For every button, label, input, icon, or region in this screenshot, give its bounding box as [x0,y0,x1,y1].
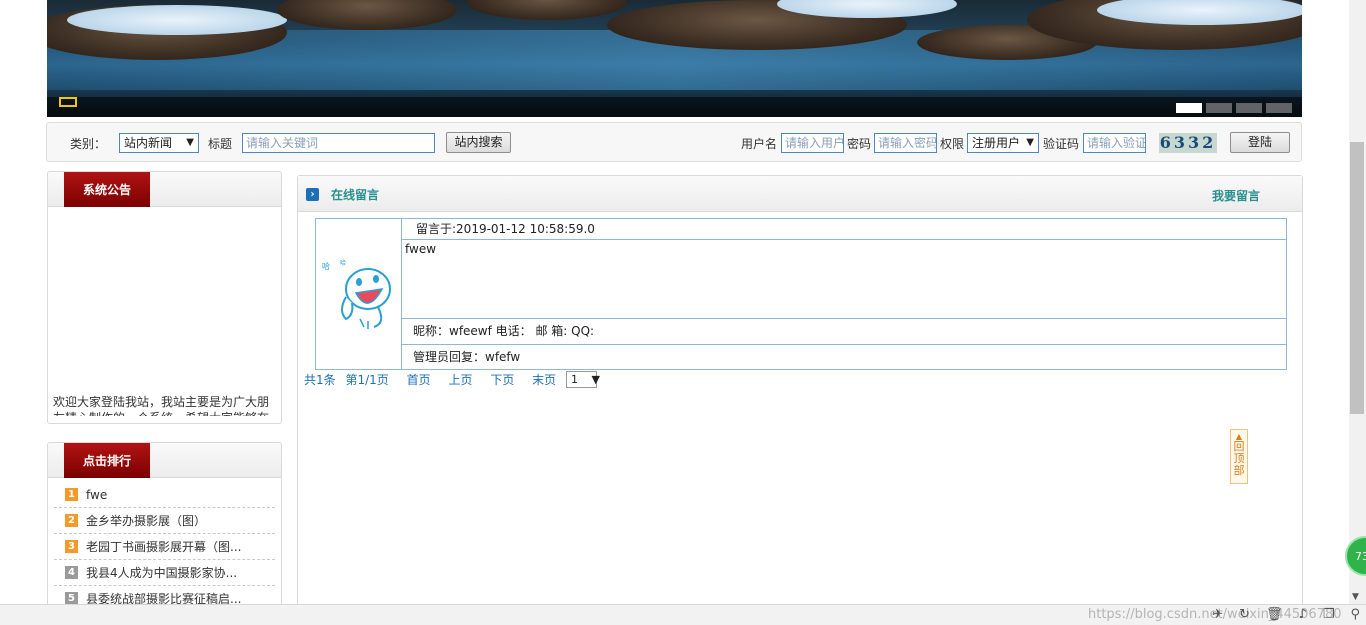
rank-number-badge: 4 [65,566,78,579]
dropdown-arrow-icon: ▼ [1026,137,1034,148]
role-select-value: 注册用户 [972,136,1021,150]
pager-last-link[interactable]: 末页 [532,373,556,387]
window-icon[interactable]: ❐ [1323,607,1335,622]
banner-footer-strip [47,97,1302,117]
category-select-value: 站内新闻 [124,136,173,150]
ranking-item[interactable]: 4 我县4人成为中国摄影家协... [54,560,275,586]
username-label: 用户名 [741,137,778,151]
ranking-title: 点击排行 [64,443,150,478]
ranking-item[interactable]: 3 老园丁书画摄影展开幕（图... [54,534,275,560]
captcha-label: 验证码 [1043,137,1080,151]
admin-reply: 管理员回复：wfefw [413,350,521,364]
header-banner [47,0,1302,117]
banner-rock [277,0,457,30]
notice-title: 系统公告 [64,172,150,207]
category-label: 类别： [70,137,107,151]
message-entry: 哈 哈 留言于:2019-01-12 10:58:59.0 fwew 昵称：wf… [315,218,1287,370]
cartoon-avatar-icon: 哈 哈 [322,259,391,329]
rank-number-badge: 3 [65,540,78,553]
ranking-item[interactable]: 1 fwe [54,482,275,508]
banner-thumb[interactable] [1266,103,1292,113]
back-to-top-label: 回顶部 [1233,440,1245,477]
national-geographic-logo-icon [59,97,77,107]
rank-number-badge: 1 [65,488,78,501]
banner-rock [467,0,627,20]
notice-panel-header: 系统公告 [48,172,281,207]
dropdown-arrow-icon: ▼ [591,373,600,386]
pager-prev-link[interactable]: 上页 [448,373,472,387]
rocket-icon[interactable]: ✈ [1212,607,1223,622]
speaker-icon[interactable]: ♪ [1299,607,1307,622]
captcha-image[interactable]: 6332 [1159,133,1217,153]
ranking-item[interactable]: 2 金乡举办摄影展（图） [54,508,275,534]
pagination: 共1条 第1/1页 首页 上页 下页 末页 1 ▼ [304,371,607,389]
rank-number-badge: 2 [65,514,78,527]
pager-total: 共1条 [304,373,336,387]
banner-thumb[interactable] [1176,103,1202,113]
status-bar-icons: ✈ ↻ 🗑 ♪ ❐ ⚲ [1212,607,1360,622]
captcha-input[interactable]: 请输入验证 [1083,133,1146,153]
scroll-down-arrow-icon[interactable]: ▼ [1352,592,1359,602]
role-select[interactable]: 注册用户 ▼ [967,133,1039,153]
ranking-item-title[interactable]: 老园丁书画摄影展开幕（图... [86,538,241,555]
browser-status-bar: https://blog.csdn.net/weixin_44506780 ✈ … [0,604,1366,625]
ranking-list: 1 fwe 2 金乡举办摄影展（图） 3 老园丁书画摄影展开幕（图... 4 我… [48,478,281,611]
svg-text:哈: 哈 [340,259,346,267]
ranking-panel-header: 点击排行 [48,443,281,478]
page-select[interactable]: 1 ▼ [566,371,600,388]
pager-next-link[interactable]: 下页 [490,373,514,387]
message-date: 留言于:2019-01-12 10:58:59.0 [402,219,1286,240]
message-board-title: 在线留言 [331,188,380,202]
vertical-scrollbar[interactable]: ▼ [1349,0,1366,604]
message-content: fwew [402,240,1286,319]
notice-panel: 系统公告 欢迎大家登陆我站，我站主要是为广大朋友精心制作的一个系统，希望大家能够… [47,171,282,424]
ranking-panel: 点击排行 1 fwe 2 金乡举办摄影展（图） 3 老园丁书画摄影展开幕（图..… [47,442,282,612]
category-select[interactable]: 站内新闻 ▼ [119,133,199,153]
banner-snow [67,5,287,35]
zoom-icon[interactable]: ⚲ [1350,607,1360,622]
leave-message-link[interactable]: 我要留言 [1212,187,1260,204]
keyword-input[interactable]: 请输入关键词 [242,133,435,153]
search-login-bar: 类别： 站内新闻 ▼ 标题 请输入关键词 站内搜索 用户名 请输入用户 密码 请… [46,122,1302,162]
banner-thumb[interactable] [1206,103,1232,113]
scrollbar-thumb[interactable] [1350,142,1364,414]
title-label: 标题 [208,137,233,151]
password-label: 密码 [847,137,872,151]
notice-text: 欢迎大家登陆我站，我站主要是为广大朋友精心制作的一个系统，希望大家能够在 [53,395,270,416]
site-search-button[interactable]: 站内搜索 [446,132,511,153]
username-input[interactable]: 请输入用户 [781,133,844,153]
banner-thumbnails[interactable] [1176,103,1292,113]
pager-current: 第1/1页 [345,373,389,387]
password-input[interactable]: 请输入密码 [874,133,937,153]
message-board: › 在线留言 我要留言 哈 哈 留言于:2019-01-12 10:58:59.… [297,175,1303,625]
ranking-item-title[interactable]: 金乡举办摄影展（图） [86,512,206,529]
refresh-icon[interactable]: ↻ [1239,607,1250,622]
message-board-header: › 在线留言 我要留言 [298,176,1302,212]
trash-icon[interactable]: 🗑 [1266,607,1283,622]
ranking-item-title[interactable]: 我县4人成为中国摄影家协... [86,564,237,581]
back-to-top-button[interactable]: ▲ 回顶部 [1230,429,1248,484]
banner-thumb[interactable] [1236,103,1262,113]
login-button[interactable]: 登陆 [1230,132,1290,153]
svg-text:哈: 哈 [322,261,330,271]
chevron-right-icon: › [306,188,319,201]
dropdown-arrow-icon: ▼ [186,137,194,148]
pager-first-link[interactable]: 首页 [407,373,431,387]
message-contact-info: 昵称：wfeewf 电话： 邮 箱: QQ: [402,319,1286,345]
avatar: 哈 哈 [316,219,402,369]
role-label: 权限 [940,137,965,151]
page-select-value: 1 [571,373,578,386]
ranking-item-title[interactable]: fwe [86,488,107,502]
